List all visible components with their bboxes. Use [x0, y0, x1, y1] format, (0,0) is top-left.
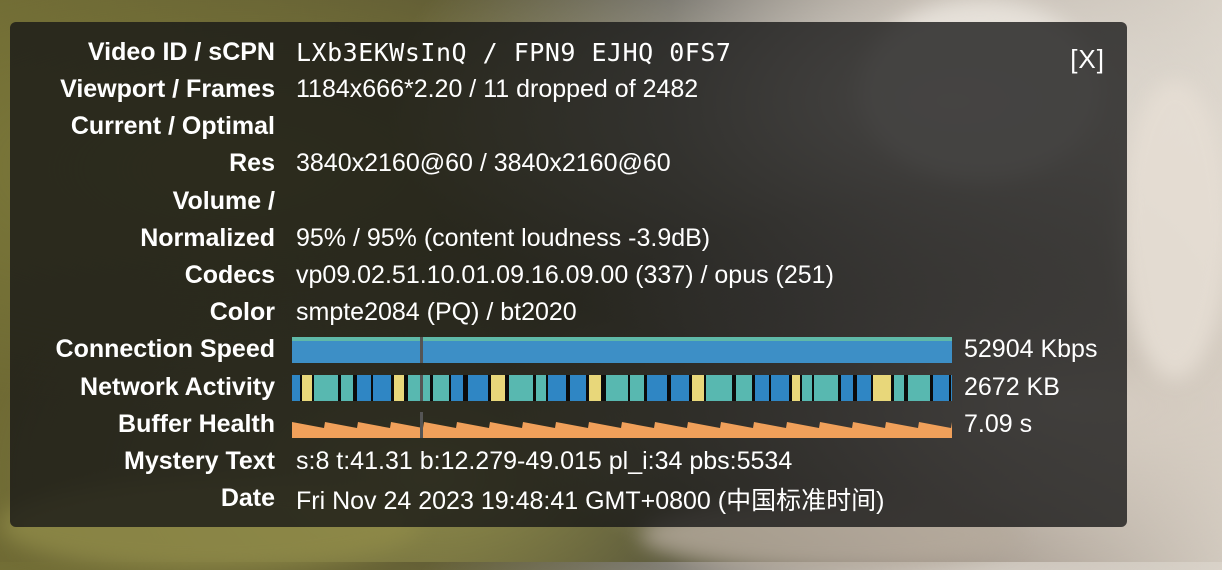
mystery-text-label: Mystery Text — [124, 447, 275, 475]
buffer-health-graph — [292, 412, 952, 438]
network-activity-segment — [736, 375, 752, 401]
network-activity-segment — [671, 375, 689, 401]
network-activity-segment — [589, 375, 601, 401]
color-value: smpte2084 (PQ) / bt2020 — [296, 298, 577, 326]
row-viewport: Viewport / Frames 1184x666*2.20 / 11 dro… — [10, 71, 1127, 108]
connection-speed-value: 52904 Kbps — [964, 335, 1098, 363]
network-activity-segment — [841, 375, 853, 401]
date-label: Date — [220, 484, 275, 512]
network-activity-segment — [373, 375, 391, 401]
network-activity-segment — [894, 375, 904, 401]
network-activity-segment — [536, 375, 546, 401]
network-activity-segment — [357, 375, 371, 401]
network-activity-segment — [951, 375, 952, 401]
codecs-label: Codecs — [184, 261, 275, 289]
current-optimal-label: Current / Optimal — [70, 112, 275, 140]
row-buffer-health: Buffer Health 7.09 s — [10, 406, 1127, 443]
network-activity-graph — [292, 375, 952, 401]
network-activity-segment — [468, 375, 488, 401]
res-label: Res — [229, 149, 275, 177]
row-color: Color smpte2084 (PQ) / bt2020 — [10, 294, 1127, 331]
network-activity-segment — [755, 375, 769, 401]
network-activity-segment — [314, 375, 338, 401]
network-activity-segment — [692, 375, 704, 401]
stats-for-nerds-panel: [X] Video ID / sCPN LXb3EKWsInQ / FPN9 E… — [10, 22, 1127, 527]
network-activity-segment — [548, 375, 566, 401]
network-activity-segment — [292, 375, 300, 401]
buffer-health-value: 7.09 s — [964, 410, 1033, 438]
row-volume: Volume / — [10, 183, 1127, 220]
color-label: Color — [209, 298, 275, 326]
volume-label: Volume / — [172, 187, 275, 215]
network-activity-segment — [394, 375, 404, 401]
connection-speed-graph — [292, 337, 952, 363]
video-id-value: LXb3EKWsInQ / FPN9 EJHQ 0FS7 — [296, 38, 732, 67]
buffer-health-label: Buffer Health — [118, 410, 275, 438]
row-date: Date Fri Nov 24 2023 19:48:41 GMT+0800 (… — [10, 480, 1127, 517]
graph-divider — [420, 375, 423, 401]
connection-speed-label: Connection Speed — [55, 335, 275, 363]
network-activity-segment — [706, 375, 732, 401]
row-video-id: Video ID / sCPN LXb3EKWsInQ / FPN9 EJHQ … — [10, 34, 1127, 71]
row-connection-speed: Connection Speed 52904 Kbps — [10, 331, 1127, 368]
date-value: Fri Nov 24 2023 19:48:41 GMT+0800 (中国标准时… — [296, 486, 885, 515]
network-activity-segment — [857, 375, 871, 401]
row-current-optimal: Current / Optimal — [10, 108, 1127, 145]
network-activity-segment — [491, 375, 505, 401]
normalized-value: 95% / 95% (content loudness -3.9dB) — [296, 224, 711, 252]
network-activity-label: Network Activity — [80, 373, 275, 401]
res-value: 3840x2160@60 / 3840x2160@60 — [296, 149, 671, 177]
row-normalized: Normalized 95% / 95% (content loudness -… — [10, 220, 1127, 257]
network-activity-value: 2672 KB — [964, 373, 1060, 401]
network-activity-segment — [630, 375, 644, 401]
network-activity-segment — [341, 375, 353, 401]
viewport-value: 1184x666*2.20 / 11 dropped of 2482 — [296, 75, 699, 103]
mystery-text-value: s:8 t:41.31 b:12.279-49.015 pl_i:34 pbs:… — [296, 447, 793, 475]
network-activity-segment — [606, 375, 628, 401]
network-activity-segment — [873, 375, 891, 401]
network-activity-segment — [771, 375, 789, 401]
network-activity-segment — [451, 375, 463, 401]
network-activity-segment — [792, 375, 800, 401]
network-activity-segment — [302, 375, 312, 401]
network-activity-segment — [509, 375, 533, 401]
network-activity-segment — [647, 375, 667, 401]
network-activity-segment — [570, 375, 586, 401]
row-mystery-text: Mystery Text s:8 t:41.31 b:12.279-49.015… — [10, 443, 1127, 480]
viewport-label: Viewport / Frames — [60, 75, 275, 103]
network-activity-segment — [908, 375, 930, 401]
buffer-health-chart — [292, 412, 952, 438]
normalized-label: Normalized — [140, 224, 275, 252]
network-activity-segment — [802, 375, 812, 401]
row-codecs: Codecs vp09.02.51.10.01.09.16.09.00 (337… — [10, 257, 1127, 294]
graph-divider — [420, 412, 423, 438]
network-activity-segment — [408, 375, 430, 401]
video-id-label: Video ID / sCPN — [87, 38, 275, 66]
graph-divider — [420, 337, 423, 363]
row-network-activity: Network Activity 2672 KB — [10, 369, 1127, 406]
network-activity-segment — [433, 375, 449, 401]
network-activity-segment — [933, 375, 949, 401]
buffer-health-area — [292, 422, 952, 438]
row-res: Res 3840x2160@60 / 3840x2160@60 — [10, 145, 1127, 182]
network-activity-segment — [814, 375, 838, 401]
codecs-value: vp09.02.51.10.01.09.16.09.00 (337) / opu… — [296, 261, 834, 289]
